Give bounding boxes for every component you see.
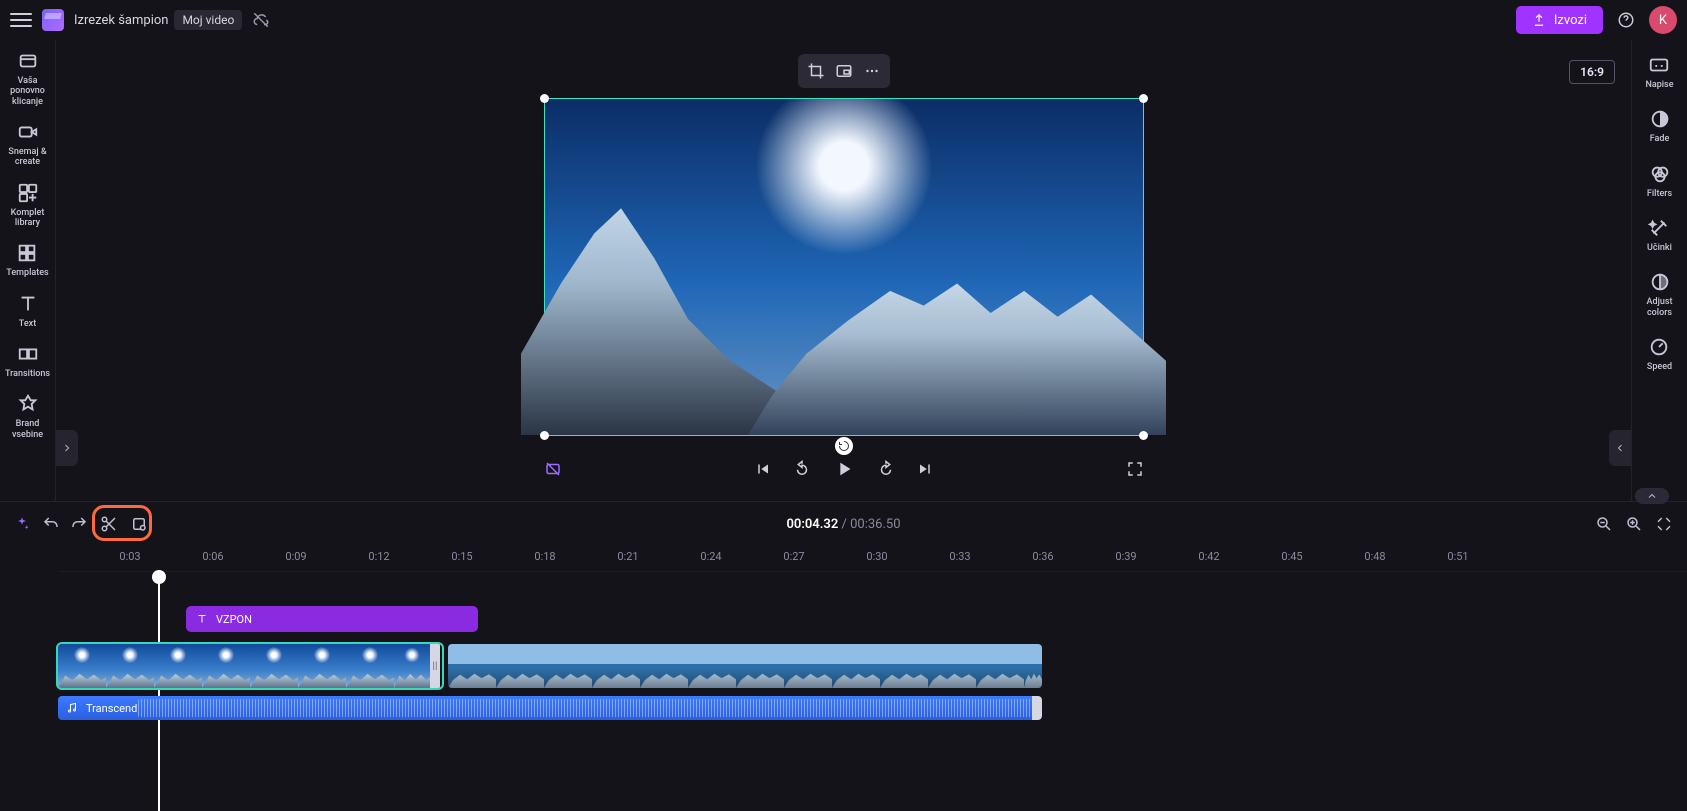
- prop-fade[interactable]: Fade: [1649, 108, 1671, 144]
- rail-brand[interactable]: Brand vsebine: [0, 393, 55, 440]
- current-time: 00:04.32: [786, 517, 838, 532]
- prop-captions[interactable]: Napise: [1645, 54, 1673, 90]
- resize-handle-br[interactable]: [1139, 431, 1148, 440]
- audio-trim-handle[interactable]: [1032, 696, 1042, 720]
- music-note-icon: [66, 702, 78, 714]
- split-button[interactable]: [100, 515, 118, 533]
- fullscreen-button[interactable]: [1126, 460, 1144, 478]
- aspect-ratio-chip[interactable]: 16:9: [1569, 60, 1615, 84]
- export-button[interactable]: Izvozi: [1516, 6, 1603, 34]
- ruler-tick: 0:48: [1364, 550, 1385, 563]
- prop-filters[interactable]: Filters: [1647, 163, 1672, 199]
- transport-controls: [544, 458, 1144, 480]
- ruler-tick: 0:15: [451, 550, 472, 563]
- audio-clip[interactable]: Transcend: [58, 696, 1042, 720]
- text-icon: [196, 613, 208, 625]
- ruler-tick: 0:24: [700, 550, 721, 563]
- text-clip-label: VZPON: [216, 613, 252, 626]
- skip-start-button[interactable]: [753, 460, 771, 478]
- total-time: 00:36.50: [850, 517, 900, 532]
- ai-enhance-button[interactable]: [544, 460, 562, 478]
- video-clip-1[interactable]: ||: [58, 644, 442, 688]
- ruler-tick: 0:27: [783, 550, 804, 563]
- timeline-ruler[interactable]: 0:03 0:06 0:09 0:12 0:15 0:18 0:21 0:24 0:27 0:30…: [58, 546, 1687, 572]
- rail-content-library[interactable]: Kompletlibrary: [11, 182, 45, 229]
- ruler-tick: 0:51: [1447, 550, 1468, 563]
- seek-fwd-button[interactable]: [877, 460, 895, 478]
- audio-clip-label: Transcend: [86, 702, 137, 715]
- rail-your-stuff[interactable]: Vaša ponovno klicanje: [0, 50, 55, 107]
- timeline-collapse-button[interactable]: [1635, 488, 1669, 504]
- zoom-in-button[interactable]: [1625, 515, 1643, 533]
- timeline-tracks[interactable]: VZPON || Transcend: [58, 572, 1687, 811]
- timeline-panel: 00:04.32 / 00:36.50 0:03 0:06 0:09 0:12 0:15…: [0, 501, 1687, 811]
- audio-waveform: [138, 699, 1038, 717]
- rail-text[interactable]: Text: [17, 293, 39, 329]
- playhead[interactable]: [158, 572, 160, 811]
- ruler-tick: 0:39: [1115, 550, 1136, 563]
- ruler-tick: 0:21: [617, 550, 638, 563]
- menu-button[interactable]: [10, 9, 32, 31]
- seek-back-button[interactable]: [793, 460, 811, 478]
- preview-toolbar: [798, 54, 890, 88]
- video-clip-2[interactable]: [448, 644, 1042, 688]
- user-avatar[interactable]: K: [1649, 6, 1677, 34]
- crop-timeline-button[interactable]: [130, 515, 148, 533]
- clip-trim-handle[interactable]: ||: [430, 644, 440, 688]
- right-rail-expand-button[interactable]: [1609, 430, 1631, 466]
- zoom-out-button[interactable]: [1595, 515, 1613, 533]
- ruler-tick: 0:30: [866, 550, 887, 563]
- resize-handle-bl[interactable]: [540, 431, 549, 440]
- prop-effects[interactable]: Učinki: [1647, 217, 1672, 253]
- crop-tool-button[interactable]: [802, 58, 830, 84]
- ruler-tick: 0:06: [202, 550, 223, 563]
- project-breadcrumb[interactable]: Izrezek šampion: [74, 13, 168, 28]
- ruler-tick: 0:09: [285, 550, 306, 563]
- ruler-tick: 0:03: [119, 550, 140, 563]
- rail-transitions[interactable]: Transitions: [5, 343, 50, 379]
- zoom-fit-button[interactable]: [1655, 515, 1673, 533]
- project-name-chip[interactable]: Moj video: [174, 10, 242, 30]
- prop-adjust[interactable]: Adjustcolors: [1647, 271, 1673, 318]
- more-preview-tools-button[interactable]: [858, 58, 886, 84]
- top-bar: Izrezek šampion Moj video Izvozi K: [0, 0, 1687, 40]
- ai-sparkle-button[interactable]: [14, 516, 30, 532]
- ruler-tick: 0:33: [949, 550, 970, 563]
- left-rail: Vaša ponovno klicanje Snemaj &create Kompl…: [0, 40, 56, 501]
- undo-button[interactable]: [42, 515, 60, 533]
- help-button[interactable]: [1613, 7, 1639, 33]
- timeline-timecode: 00:04.32 / 00:36.50: [786, 517, 900, 532]
- ruler-tick: 0:18: [534, 550, 555, 563]
- resize-handle-tr[interactable]: [1139, 94, 1148, 103]
- rail-record-create[interactable]: Snemaj &create: [8, 121, 46, 168]
- prop-speed[interactable]: Speed: [1647, 336, 1672, 372]
- resize-handle-tl[interactable]: [540, 94, 549, 103]
- video-preview[interactable]: [544, 98, 1144, 436]
- skip-end-button[interactable]: [917, 460, 935, 478]
- play-button[interactable]: [833, 458, 855, 480]
- cloud-sync-off-icon[interactable]: [252, 11, 270, 29]
- text-clip[interactable]: VZPON: [186, 606, 478, 632]
- export-button-label: Izvozi: [1554, 13, 1587, 28]
- app-logo-icon: [42, 9, 64, 31]
- redo-button[interactable]: [70, 515, 88, 533]
- ruler-tick: 0:45: [1281, 550, 1302, 563]
- ruler-tick: 0:36: [1032, 550, 1053, 563]
- ruler-tick: 0:42: [1198, 550, 1219, 563]
- preview-stage: 16:9: [56, 40, 1631, 501]
- ruler-tick: 0:12: [368, 550, 389, 563]
- timeline-toolbar: 00:04.32 / 00:36.50: [0, 502, 1687, 546]
- rotate-handle[interactable]: [835, 437, 853, 455]
- right-rail: Napise Fade Filters Učinki Adjustcolors Speed: [1631, 40, 1687, 501]
- pip-tool-button[interactable]: [830, 58, 858, 84]
- rail-templates[interactable]: Templates: [6, 242, 48, 278]
